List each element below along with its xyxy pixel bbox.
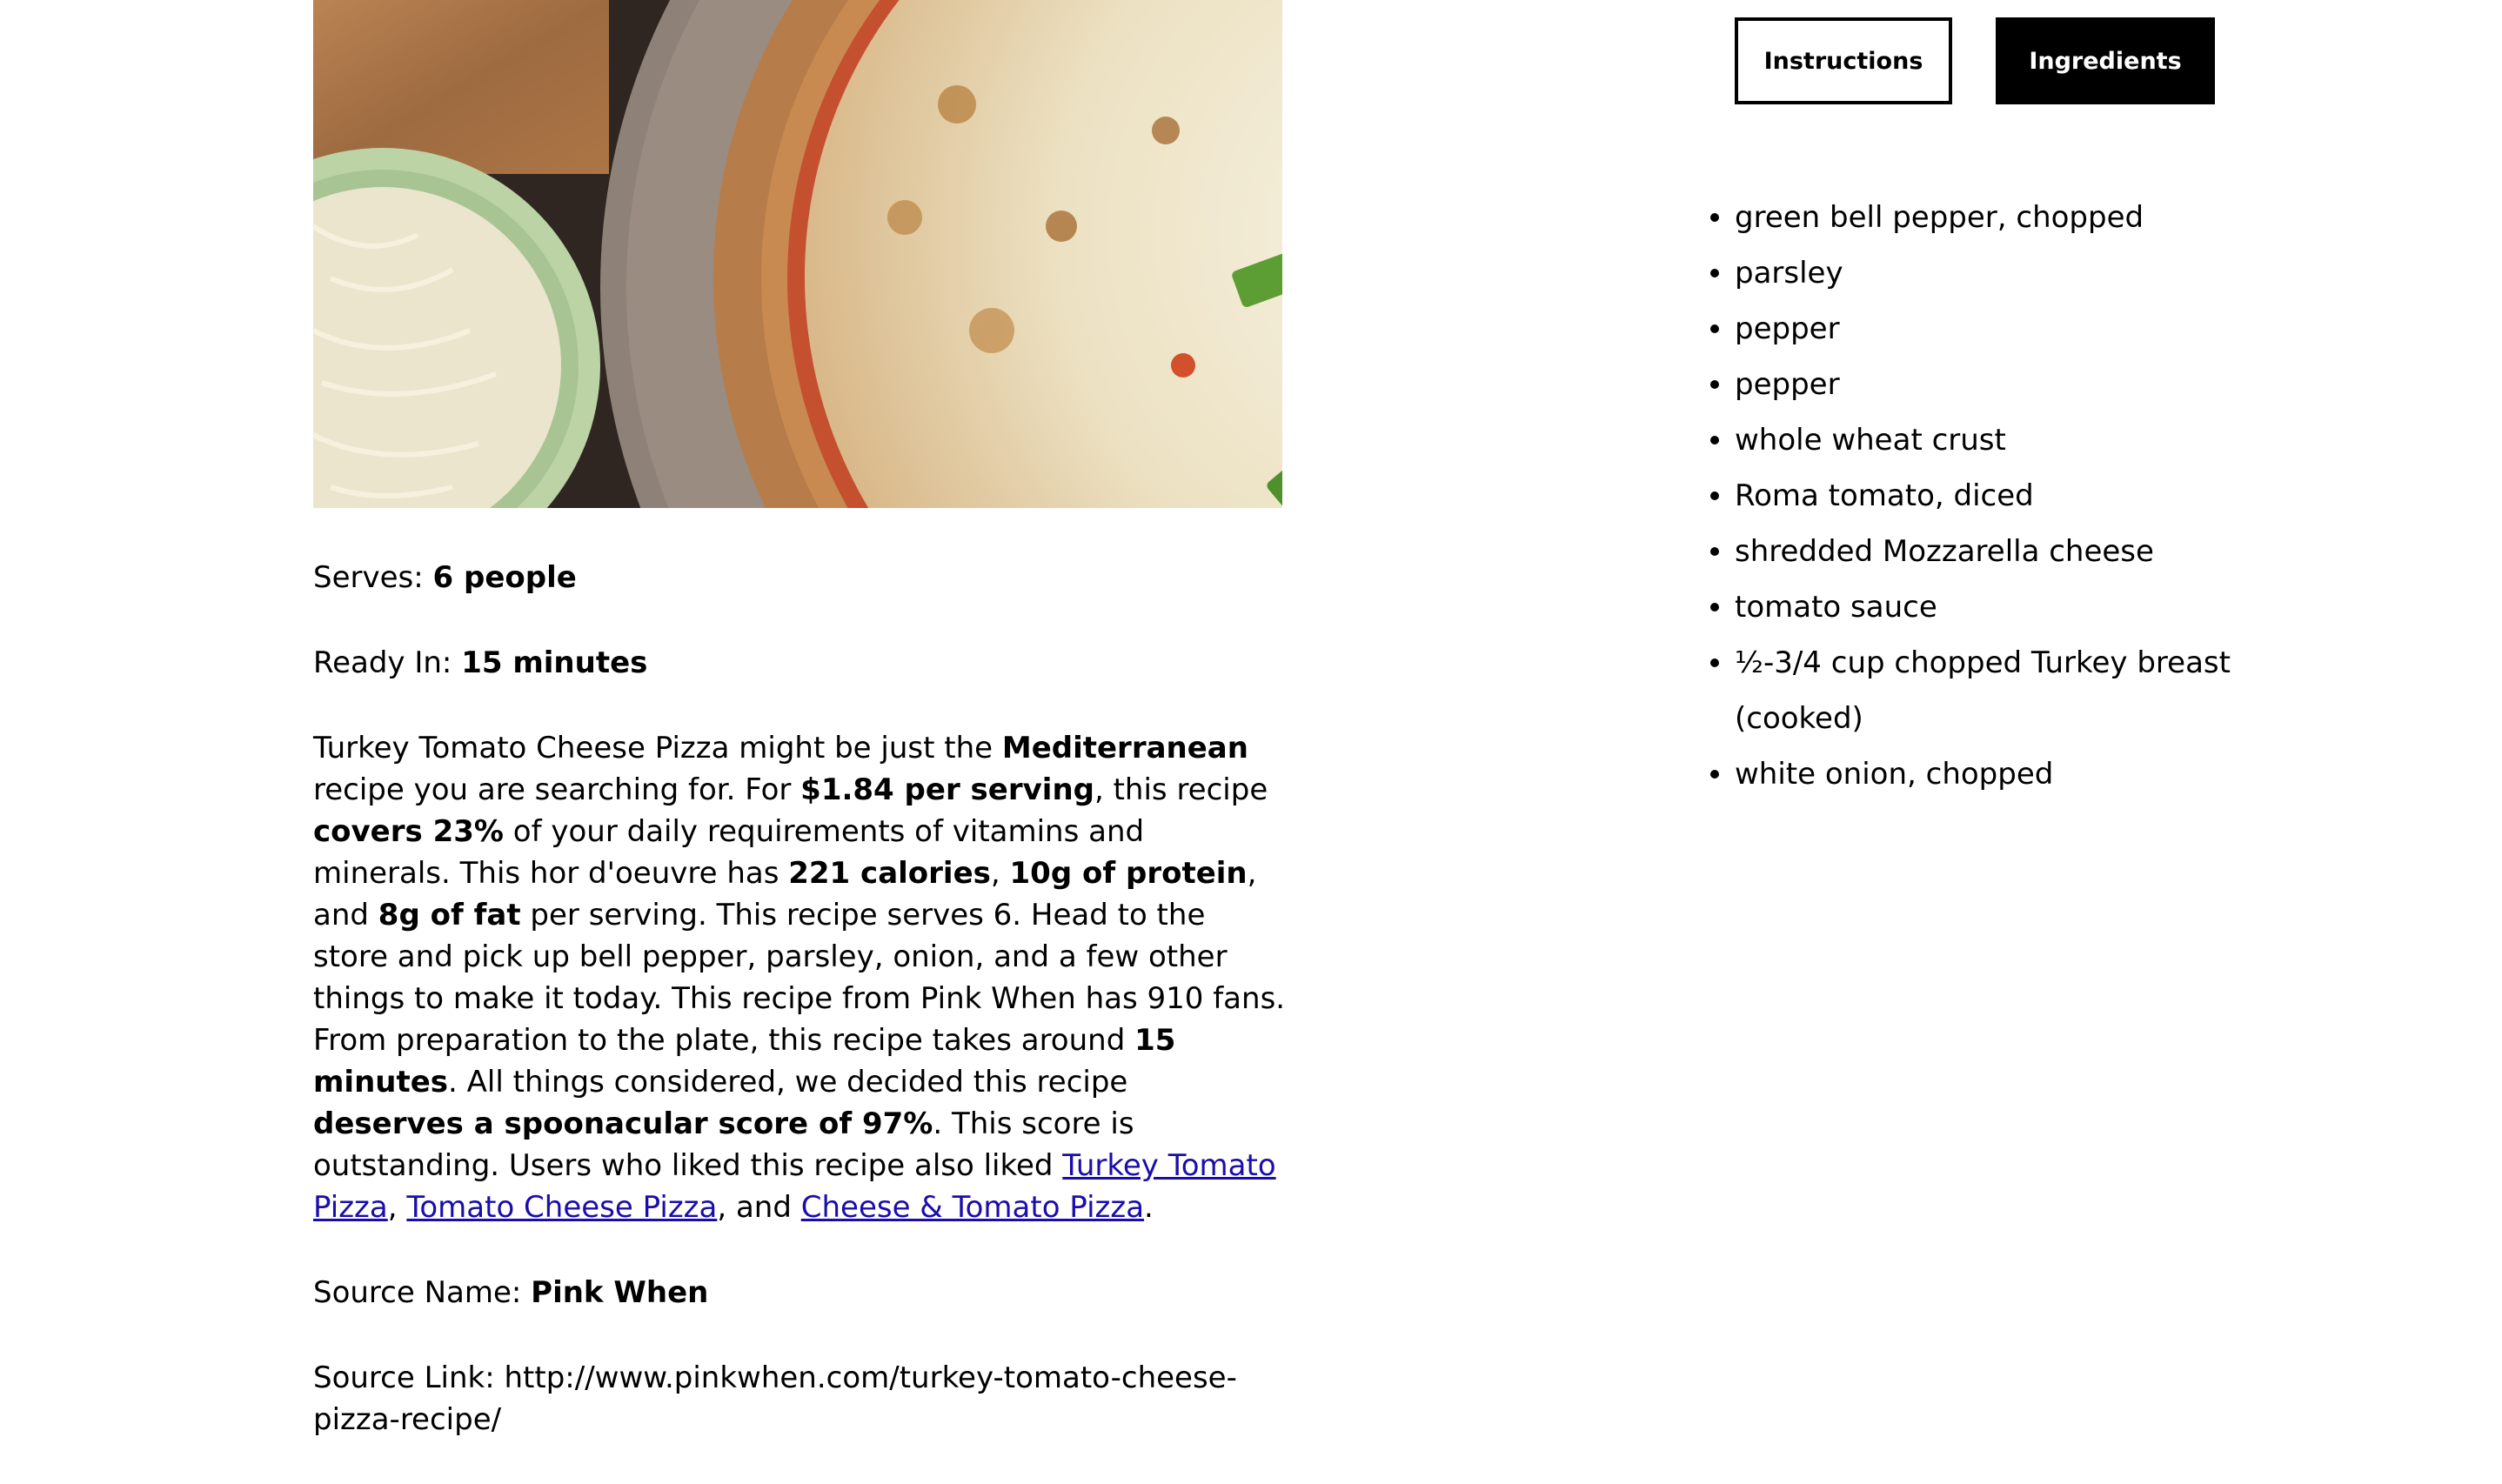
summary-bold: $1.84 per serving xyxy=(800,772,1094,807)
source-name-label: Source Name: xyxy=(313,1275,532,1310)
ingredient-item: whole wheat crust xyxy=(1710,412,2274,468)
ingredient-item: pepper xyxy=(1710,301,2274,357)
recipe-image xyxy=(313,0,1282,508)
source-name-value: Pink When xyxy=(531,1275,709,1310)
ingredient-item: tomato sauce xyxy=(1710,579,2274,635)
ingredient-item: parsley xyxy=(1710,245,2274,301)
summary-text: Turkey Tomato Cheese Pizza might be just… xyxy=(313,731,1002,765)
ingredient-item: shredded Mozzarella cheese xyxy=(1710,524,2274,579)
recipe-info: Serves: 6 people Ready In: 15 minutes Tu… xyxy=(313,557,1288,1484)
serves-line: Serves: 6 people xyxy=(313,557,1288,598)
source-link-label: Source Link: xyxy=(313,1360,505,1395)
summary-text: . xyxy=(1144,1190,1154,1225)
serves-value: 6 people xyxy=(432,560,577,595)
related-recipe-link[interactable]: Cheese & Tomato Pizza xyxy=(801,1190,1144,1225)
summary-bold: 221 calories xyxy=(788,856,991,891)
summary-text: , this recipe xyxy=(1094,772,1268,807)
related-recipe-link[interactable]: Tomato Cheese Pizza xyxy=(406,1190,717,1225)
ready-in-line: Ready In: 15 minutes xyxy=(313,642,1288,684)
source-name-line: Source Name: Pink When xyxy=(313,1272,1288,1314)
recipe-tabs: Instructions Ingredients xyxy=(1735,17,2215,104)
ingredient-item: ½-3/4 cup chopped Turkey breast (cooked) xyxy=(1710,635,2274,746)
ingredient-item: pepper xyxy=(1710,357,2274,412)
summary-bold: 10g of protein xyxy=(1009,856,1248,891)
tab-instructions[interactable]: Instructions xyxy=(1735,17,1952,104)
ready-in-label: Ready In: xyxy=(313,645,462,680)
summary-text: , xyxy=(387,1190,407,1225)
summary-text: , and xyxy=(717,1190,801,1225)
serves-label: Serves: xyxy=(313,560,433,595)
summary-bold: covers 23% xyxy=(313,814,504,849)
summary-text: , xyxy=(990,856,1010,891)
source-link-line: Source Link: http://www.pinkwhen.com/tur… xyxy=(313,1357,1288,1441)
recipe-summary: Turkey Tomato Cheese Pizza might be just… xyxy=(313,727,1288,1228)
summary-bold: deserves a spoonacular score of 97% xyxy=(313,1106,933,1141)
tab-ingredients[interactable]: Ingredients xyxy=(1996,17,2215,104)
ingredient-list: green bell pepper, chopped parsley peppe… xyxy=(1710,190,2274,802)
summary-text: . All things considered, we decided this… xyxy=(448,1065,1128,1100)
ready-in-value: 15 minutes xyxy=(461,645,648,680)
ingredient-item: green bell pepper, chopped xyxy=(1710,190,2274,245)
summary-bold: 8g of fat xyxy=(378,898,521,933)
summary-bold: Mediterranean xyxy=(1001,731,1248,765)
pizza-photo xyxy=(313,0,1282,508)
ingredient-item: Roma tomato, diced xyxy=(1710,468,2274,524)
ingredient-item: white onion, chopped xyxy=(1710,746,2274,802)
summary-text: recipe you are searching for. For xyxy=(313,772,801,807)
